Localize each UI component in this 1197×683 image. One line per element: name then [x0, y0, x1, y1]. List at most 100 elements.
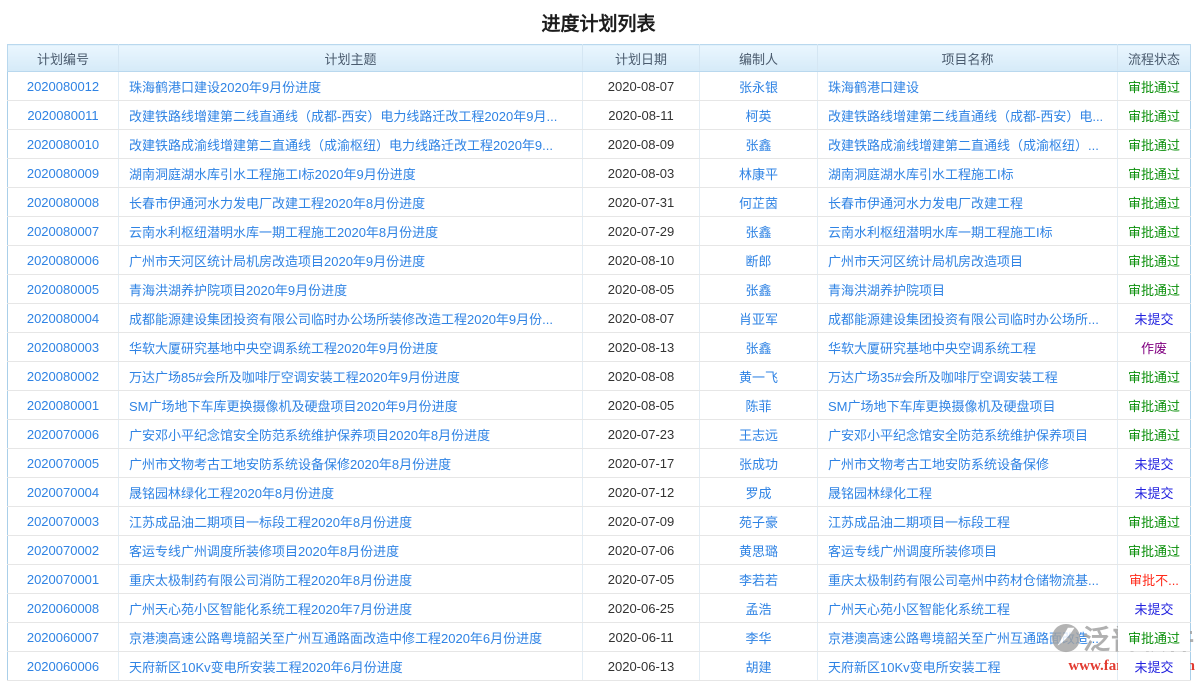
plan-subject-link[interactable]: 广州天心苑小区智能化系统工程2020年7月份进度	[129, 602, 412, 617]
compiler-link[interactable]: 李若若	[739, 573, 778, 588]
plan-number-link[interactable]: 2020070005	[27, 456, 99, 471]
compiler-link[interactable]: 柯英	[745, 109, 771, 124]
compiler-link[interactable]: 陈菲	[745, 399, 771, 414]
status-link[interactable]: 审批通过	[1128, 80, 1180, 95]
plan-number-link[interactable]: 2020080008	[27, 195, 99, 210]
status-link[interactable]: 审批通过	[1128, 399, 1180, 414]
plan-number-link[interactable]: 2020070004	[27, 485, 99, 500]
status-link[interactable]: 审批通过	[1128, 138, 1180, 153]
status-link[interactable]: 审批通过	[1128, 370, 1180, 385]
plan-number-link[interactable]: 2020070006	[27, 427, 99, 442]
project-name-link[interactable]: 万达广场35#会所及咖啡厅空调安装工程	[828, 370, 1058, 385]
status-link[interactable]: 未提交	[1134, 312, 1173, 327]
project-name-link[interactable]: 广州天心苑小区智能化系统工程	[828, 602, 1010, 617]
compiler-link[interactable]: 张永银	[739, 80, 778, 95]
compiler-link[interactable]: 黄一飞	[739, 370, 778, 385]
status-link[interactable]: 审批通过	[1128, 283, 1180, 298]
project-name-link[interactable]: 广安邓小平纪念馆安全防范系统维护保养项目	[828, 428, 1088, 443]
compiler-link[interactable]: 断郎	[745, 254, 771, 269]
compiler-link[interactable]: 肖亚军	[739, 312, 778, 327]
project-name-link[interactable]: 成都能源建设集团投资有限公司临时办公场所...	[828, 312, 1099, 327]
project-name-link[interactable]: 珠海鹤港口建设	[828, 80, 919, 95]
project-name-link[interactable]: 长春市伊通河水力发电厂改建工程	[828, 196, 1023, 211]
status-link[interactable]: 审批通过	[1128, 254, 1180, 269]
plan-subject-link[interactable]: SM广场地下车库更换摄像机及硬盘项目2020年9月份进度	[129, 399, 458, 414]
compiler-link[interactable]: 苑子豪	[739, 515, 778, 530]
plan-number-link[interactable]: 2020080001	[27, 398, 99, 413]
plan-subject-link[interactable]: 华软大厦研究基地中央空调系统工程2020年9月份进度	[129, 341, 438, 356]
status-link[interactable]: 审批通过	[1128, 109, 1180, 124]
project-name-link[interactable]: 晟铭园林绿化工程	[828, 486, 932, 501]
status-link[interactable]: 审批通过	[1128, 515, 1180, 530]
plan-number-link[interactable]: 2020080010	[27, 137, 99, 152]
plan-subject-link[interactable]: 改建铁路成渝线增建第二直通线（成渝枢纽）电力线路迁改工程2020年9...	[129, 138, 553, 153]
compiler-link[interactable]: 张鑫	[745, 283, 771, 298]
status-link[interactable]: 审批通过	[1128, 631, 1180, 646]
plan-number-link[interactable]: 2020080006	[27, 253, 99, 268]
project-name-link[interactable]: 华软大厦研究基地中央空调系统工程	[828, 341, 1036, 356]
status-link[interactable]: 审批通过	[1128, 544, 1180, 559]
plan-number-link[interactable]: 2020070002	[27, 543, 99, 558]
plan-number-link[interactable]: 2020080003	[27, 340, 99, 355]
plan-number-link[interactable]: 2020080007	[27, 224, 99, 239]
plan-number-link[interactable]: 2020080012	[27, 79, 99, 94]
plan-number-link[interactable]: 2020070001	[27, 572, 99, 587]
status-link[interactable]: 未提交	[1134, 486, 1173, 501]
compiler-link[interactable]: 张成功	[739, 457, 778, 472]
plan-number-link[interactable]: 2020070003	[27, 514, 99, 529]
plan-number-link[interactable]: 2020080009	[27, 166, 99, 181]
project-name-link[interactable]: 天府新区10Kv变电所安装工程	[828, 660, 1001, 675]
compiler-link[interactable]: 孟浩	[745, 602, 771, 617]
status-link[interactable]: 审批通过	[1128, 225, 1180, 240]
status-link[interactable]: 审批通过	[1128, 428, 1180, 443]
project-name-link[interactable]: 湖南洞庭湖水库引水工程施工I标	[828, 167, 1014, 182]
project-name-link[interactable]: 京港澳高速公路粤境韶关至广州互通路面改造...	[828, 631, 1099, 646]
compiler-link[interactable]: 王志远	[739, 428, 778, 443]
project-name-link[interactable]: 江苏成品油二期项目一标段工程	[828, 515, 1010, 530]
plan-subject-link[interactable]: 云南水利枢纽潜明水库一期工程施工2020年8月份进度	[129, 225, 438, 240]
plan-subject-link[interactable]: 成都能源建设集团投资有限公司临时办公场所装修改造工程2020年9月份...	[129, 312, 553, 327]
plan-subject-link[interactable]: 天府新区10Kv变电所安装工程2020年6月份进度	[129, 660, 403, 675]
plan-subject-link[interactable]: 珠海鹤港口建设2020年9月份进度	[129, 80, 321, 95]
compiler-link[interactable]: 张鑫	[745, 341, 771, 356]
plan-number-link[interactable]: 2020080002	[27, 369, 99, 384]
compiler-link[interactable]: 张鑫	[745, 225, 771, 240]
compiler-link[interactable]: 李华	[745, 631, 771, 646]
compiler-link[interactable]: 林康平	[739, 167, 778, 182]
plan-subject-link[interactable]: 广州市天河区统计局机房改造项目2020年9月份进度	[129, 254, 425, 269]
project-name-link[interactable]: SM广场地下车库更换摄像机及硬盘项目	[828, 399, 1056, 414]
project-name-link[interactable]: 广州市天河区统计局机房改造项目	[828, 254, 1023, 269]
compiler-link[interactable]: 张鑫	[745, 138, 771, 153]
plan-subject-link[interactable]: 客运专线广州调度所装修项目2020年8月份进度	[129, 544, 399, 559]
plan-subject-link[interactable]: 湖南洞庭湖水库引水工程施工I标2020年9月份进度	[129, 167, 416, 182]
compiler-link[interactable]: 何芷茵	[739, 196, 778, 211]
plan-subject-link[interactable]: 晟铭园林绿化工程2020年8月份进度	[129, 486, 334, 501]
plan-subject-link[interactable]: 京港澳高速公路粤境韶关至广州互通路面改造中修工程2020年6月份进度	[129, 631, 542, 646]
plan-subject-link[interactable]: 青海洪湖养护院项目2020年9月份进度	[129, 283, 347, 298]
compiler-link[interactable]: 黄思璐	[739, 544, 778, 559]
project-name-link[interactable]: 客运专线广州调度所装修项目	[828, 544, 997, 559]
project-name-link[interactable]: 改建铁路成渝线增建第二直通线（成渝枢纽）...	[828, 138, 1099, 153]
project-name-link[interactable]: 云南水利枢纽潜明水库一期工程施工I标	[828, 225, 1053, 240]
plan-subject-link[interactable]: 广州市文物考古工地安防系统设备保修2020年8月份进度	[129, 457, 451, 472]
plan-subject-link[interactable]: 广安邓小平纪念馆安全防范系统维护保养项目2020年8月份进度	[129, 428, 490, 443]
plan-number-link[interactable]: 2020060008	[27, 601, 99, 616]
plan-subject-link[interactable]: 长春市伊通河水力发电厂改建工程2020年8月份进度	[129, 196, 425, 211]
compiler-link[interactable]: 罗成	[745, 486, 771, 501]
plan-number-link[interactable]: 2020060006	[27, 659, 99, 674]
project-name-link[interactable]: 青海洪湖养护院项目	[828, 283, 945, 298]
plan-number-link[interactable]: 2020080004	[27, 311, 99, 326]
status-link[interactable]: 审批通过	[1128, 196, 1180, 211]
plan-number-link[interactable]: 2020080005	[27, 282, 99, 297]
status-link[interactable]: 作废	[1141, 341, 1167, 356]
plan-number-link[interactable]: 2020080011	[27, 108, 98, 123]
plan-subject-link[interactable]: 江苏成品油二期项目一标段工程2020年8月份进度	[129, 515, 412, 530]
plan-number-link[interactable]: 2020060007	[27, 630, 99, 645]
plan-subject-link[interactable]: 重庆太极制药有限公司消防工程2020年8月份进度	[129, 573, 412, 588]
status-link[interactable]: 未提交	[1134, 602, 1173, 617]
status-link[interactable]: 未提交	[1134, 457, 1173, 472]
plan-subject-link[interactable]: 万达广场85#会所及咖啡厅空调安装工程2020年9月份进度	[129, 370, 460, 385]
status-link[interactable]: 审批不...	[1129, 573, 1179, 588]
project-name-link[interactable]: 广州市文物考古工地安防系统设备保修	[828, 457, 1049, 472]
project-name-link[interactable]: 重庆太极制药有限公司亳州中药材仓储物流基...	[828, 573, 1099, 588]
